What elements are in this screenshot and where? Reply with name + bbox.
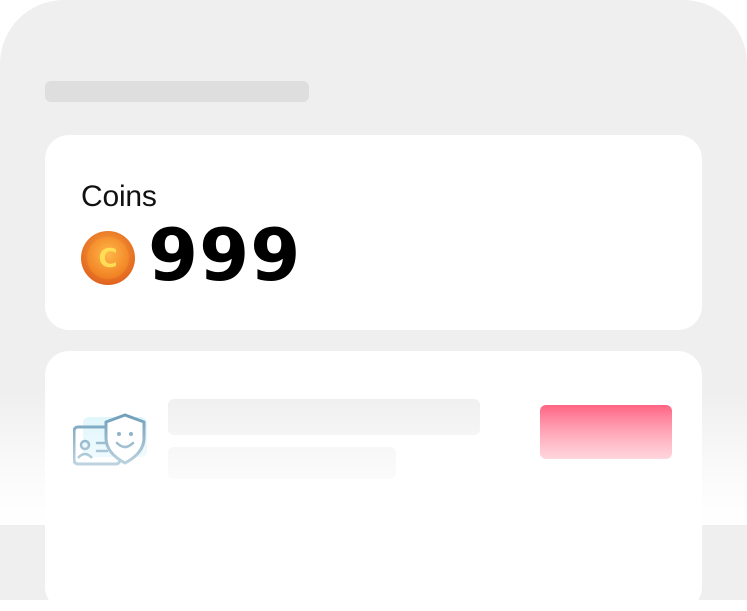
coin-letter: C: [98, 244, 117, 274]
task-title-placeholder: [168, 399, 480, 435]
task-action-button[interactable]: [540, 405, 672, 459]
coin-icon: C: [81, 231, 135, 285]
task-subtitle-placeholder: [168, 447, 396, 479]
coins-amount: 999: [148, 213, 302, 297]
coins-label: Coins: [81, 180, 157, 213]
coins-card: Coins C 999: [45, 135, 702, 330]
app-screen: Coins C 999: [0, 0, 747, 611]
task-card: [45, 351, 702, 611]
id-card-shield-icon: [73, 413, 147, 466]
header-title-placeholder: [45, 81, 309, 102]
